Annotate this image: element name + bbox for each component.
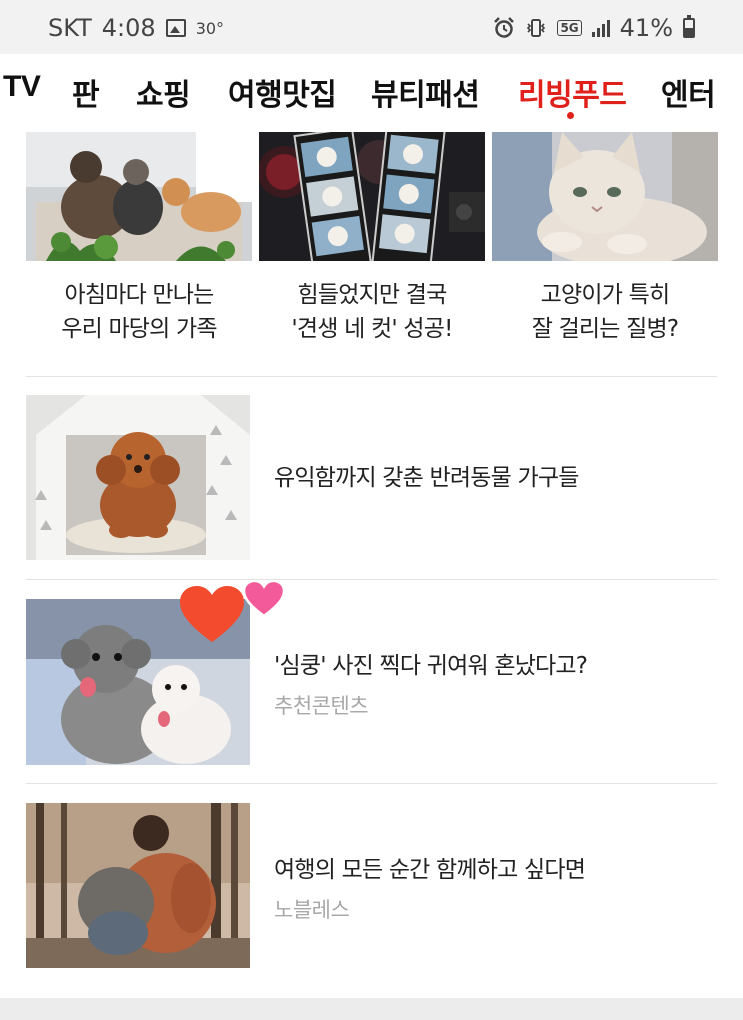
- grid-card-caption-cats[interactable]: 아침마다 만나는 우리 마당의 가족: [26, 278, 252, 346]
- caption-line-2: 우리 마당의 가족: [61, 316, 217, 342]
- grid-card-image-white-cat[interactable]: [492, 132, 718, 261]
- network-type-icon: 5G: [557, 20, 582, 36]
- tab-tv[interactable]: TV: [3, 70, 41, 104]
- battery-icon: [683, 15, 695, 38]
- heart-icon: [180, 586, 244, 642]
- caption-line-1: 아침마다 만나는: [64, 282, 214, 308]
- weather-temperature: 30°: [195, 18, 225, 38]
- list-item-title[interactable]: 유익함까지 갖춘 반려동물 가구들: [274, 458, 579, 492]
- caption-line-2: 잘 걸리는 질병?: [531, 316, 679, 342]
- caption-line-2: '견생 네 컷' 성공!: [291, 316, 453, 342]
- alarm-icon: [494, 17, 515, 38]
- active-tab-indicator: [567, 112, 574, 119]
- vibrate-icon: [527, 19, 546, 37]
- list-item-thumbnail-travel-dog[interactable]: [26, 803, 250, 968]
- list-item-source: 노블레스: [274, 898, 350, 922]
- grid-card-caption-dog-photos[interactable]: 힘들었지만 결국 '견생 네 컷' 성공!: [259, 278, 485, 346]
- signal-strength-icon: [591, 19, 610, 37]
- heart-icon: [244, 580, 284, 618]
- tab-beauty-fashion[interactable]: 뷰티패션: [371, 70, 480, 114]
- grid-card-image-dog-photos[interactable]: [259, 132, 485, 261]
- list-item-title[interactable]: 여행의 모든 순간 함께하고 싶다면: [274, 850, 586, 884]
- grid-card-caption-white-cat[interactable]: 고양이가 특히 잘 걸리는 질병?: [492, 278, 718, 346]
- clock: 4:08: [101, 14, 156, 42]
- tab-shopping[interactable]: 쇼핑: [136, 70, 191, 114]
- list-item-source: 추천콘텐츠: [274, 694, 369, 718]
- divider: [26, 376, 717, 377]
- battery-percentage: 41%: [619, 14, 673, 42]
- category-tab-bar: TV 판 쇼핑 여행맛집 뷰티패션 리빙푸드 엔터: [0, 54, 743, 132]
- divider: [26, 579, 717, 580]
- gallery-notification-icon: [165, 19, 186, 37]
- tab-travel-food[interactable]: 여행맛집: [228, 70, 337, 114]
- list-item-thumbnail-pet-furniture[interactable]: [26, 395, 250, 560]
- caption-line-1: 고양이가 특히: [540, 282, 670, 308]
- grid-card-image-cats[interactable]: [26, 132, 252, 261]
- tab-entertainment[interactable]: 엔터: [661, 70, 716, 114]
- list-item-title[interactable]: '심쿵' 사진 찍다 귀여워 혼났다고?: [274, 646, 588, 680]
- carrier-label: SKT: [48, 14, 92, 42]
- divider: [26, 783, 717, 784]
- status-bar: SKT 4:08 30° 5G 41%: [0, 0, 743, 54]
- caption-line-1: 힘들었지만 결국: [297, 282, 447, 308]
- tab-pan[interactable]: 판: [72, 70, 100, 114]
- bottom-separator: [0, 998, 743, 1020]
- tab-living-food[interactable]: 리빙푸드: [518, 70, 627, 114]
